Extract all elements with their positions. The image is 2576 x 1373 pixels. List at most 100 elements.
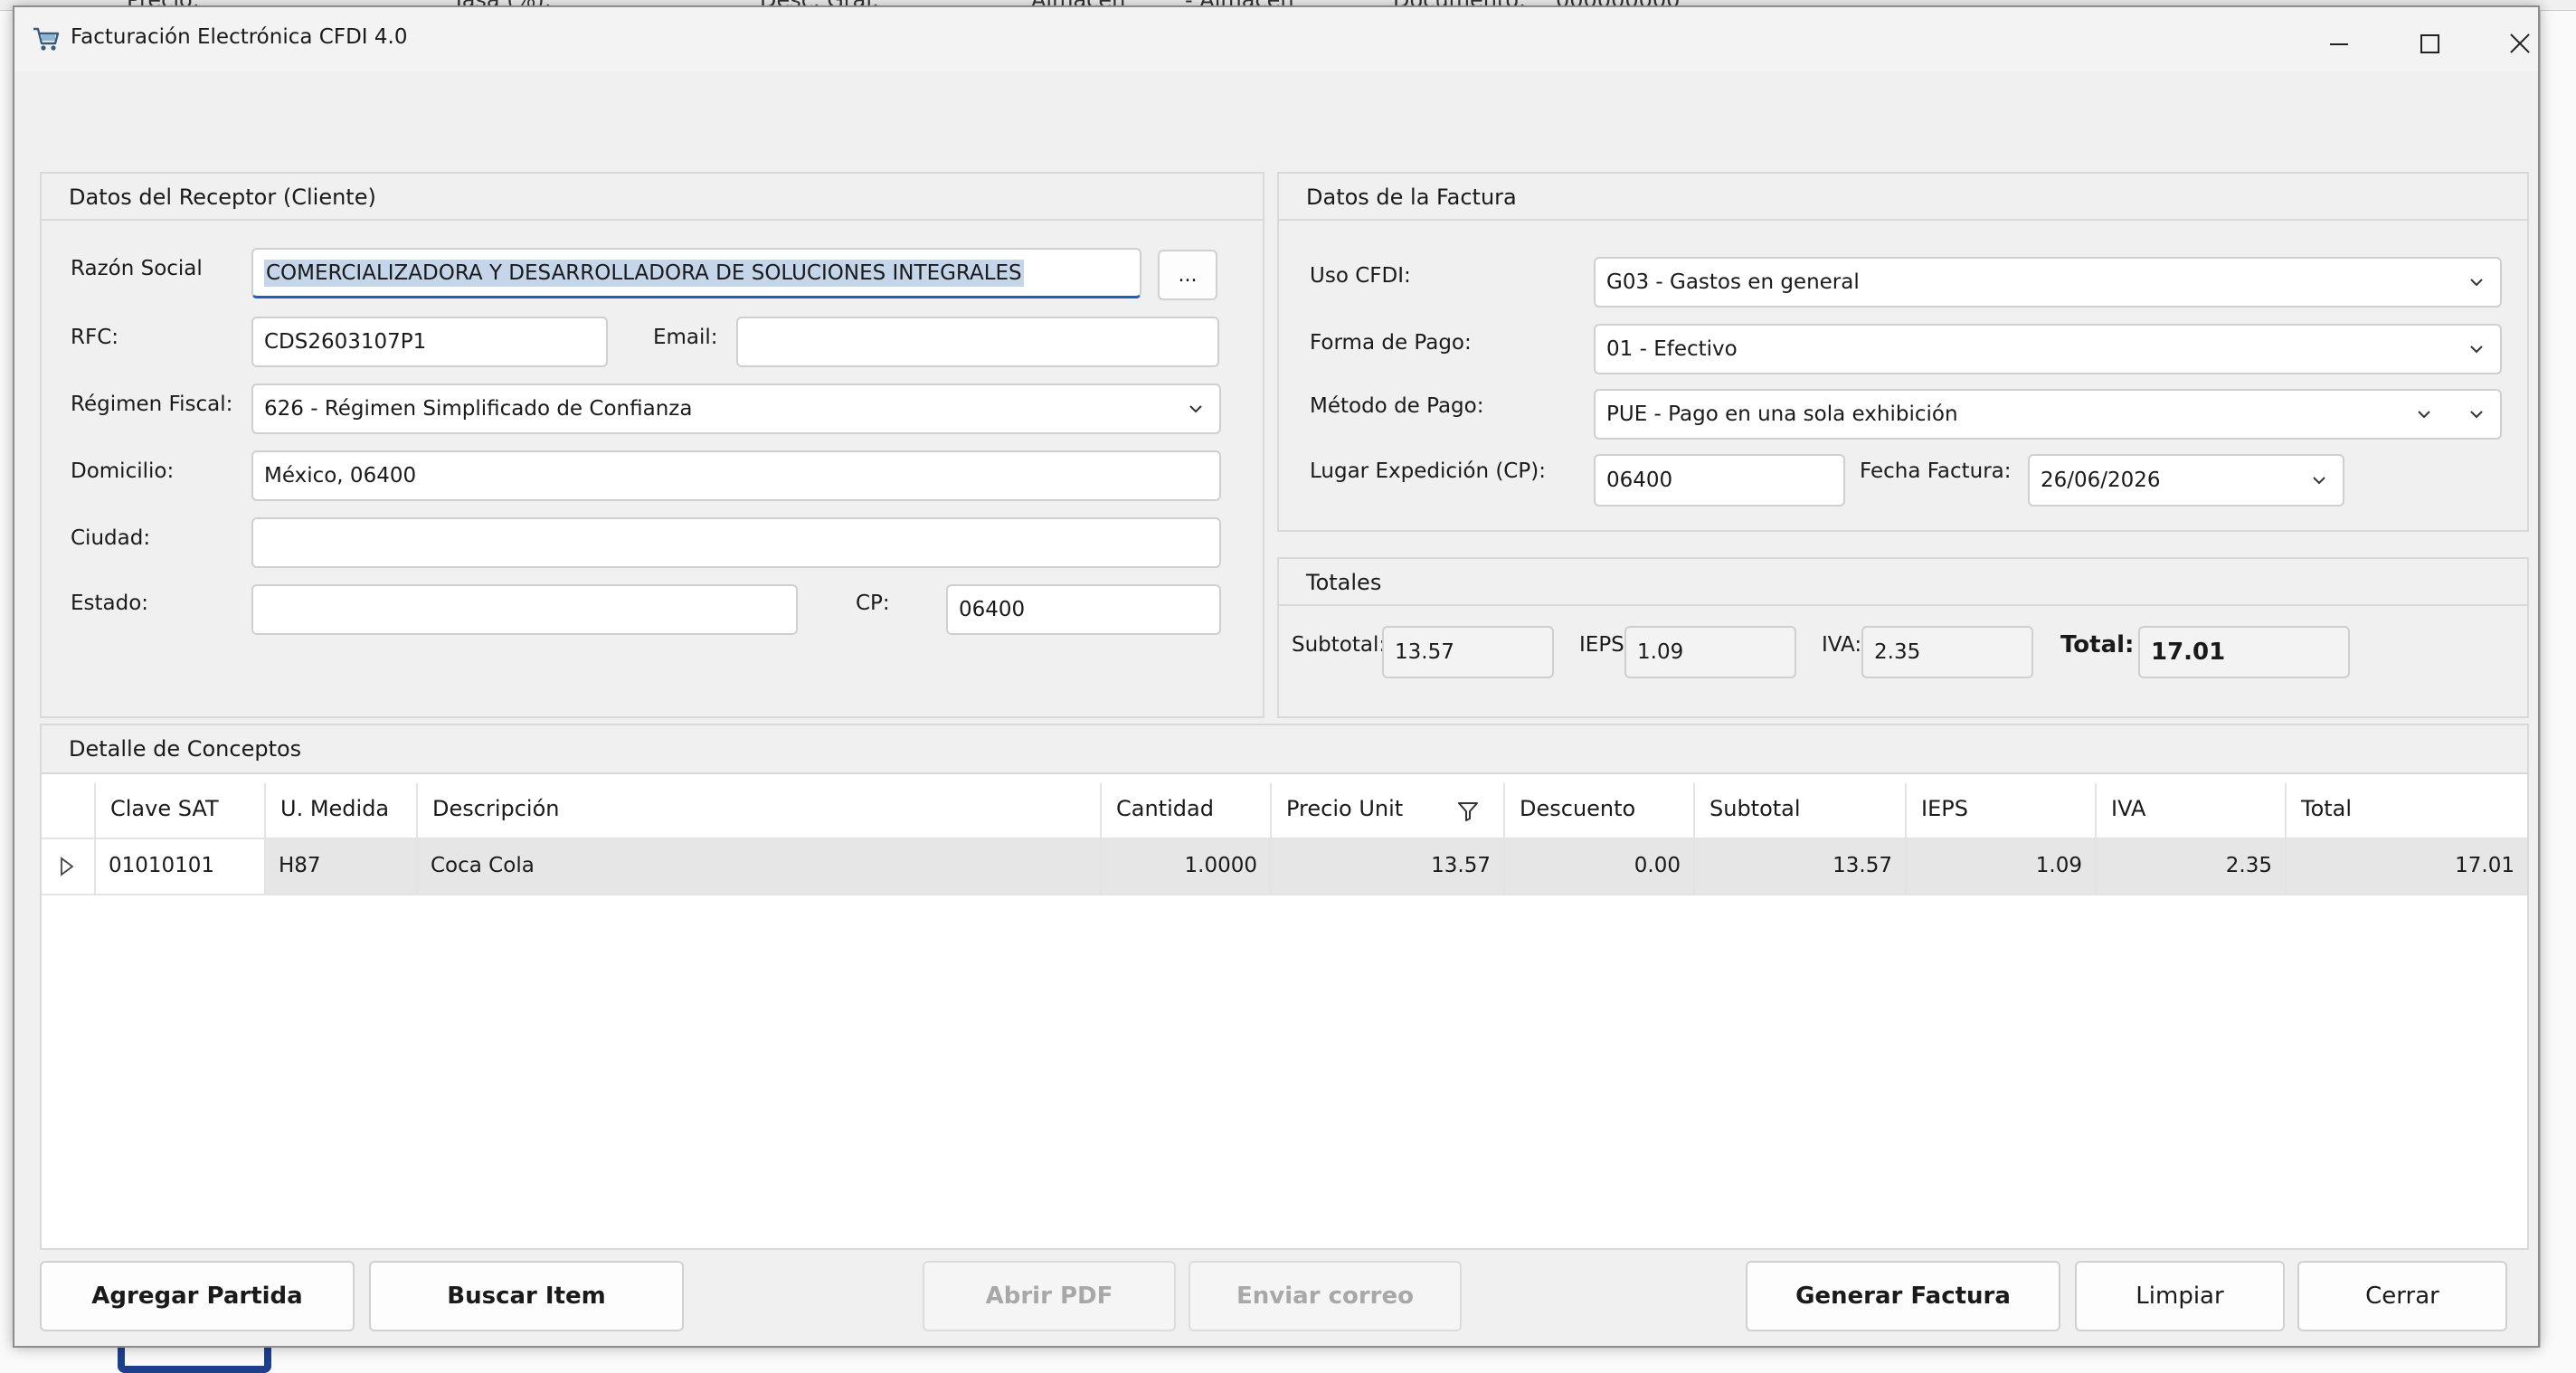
chevron-down-icon	[2306, 468, 2332, 493]
background-right-edge	[2540, 11, 2576, 1373]
fecha-factura-label: Fecha Factura:	[1860, 459, 2012, 483]
lugar-expedicion-label: Lugar Expedición (CP):	[1310, 459, 1546, 483]
cp-label: CP:	[856, 592, 890, 615]
column-header-iva[interactable]: IVA	[2097, 783, 2287, 839]
search-client-button[interactable]: ...	[1158, 250, 1217, 300]
cell-subtotal[interactable]: 13.57	[1695, 839, 1907, 894]
metodo-pago-select[interactable]: PUE - Pago en una sola exhibición	[1594, 389, 2502, 440]
factura-group-title: Datos de la Factura	[1306, 185, 1517, 210]
cell-precio-unit[interactable]: 13.57	[1272, 839, 1505, 894]
rfc-input[interactable]: CDS2603107P1	[251, 317, 608, 367]
cerrar-button[interactable]: Cerrar	[2297, 1261, 2507, 1331]
close-icon[interactable]	[2502, 25, 2538, 62]
row-indicator	[42, 839, 96, 894]
totales-group-title: Totales	[1306, 570, 1382, 595]
estado-label: Estado:	[71, 592, 149, 615]
chevron-down-icon	[2464, 336, 2489, 362]
cell-descripcion[interactable]: Coca Cola	[418, 839, 1102, 894]
rfc-label: RFC:	[71, 326, 119, 349]
conceptos-group-header: Detalle de Conceptos	[42, 725, 2527, 774]
maximize-icon[interactable]	[2411, 25, 2448, 62]
iva-label: IVA:	[1822, 633, 1862, 657]
row-header-cell	[42, 783, 96, 839]
totales-group: Totales Subtotal: 13.57 IEPS: 1.09 IVA: …	[1277, 557, 2529, 718]
column-header-clave-sat[interactable]: Clave SAT	[96, 783, 266, 839]
domicilio-label: Domicilio:	[71, 459, 175, 483]
column-header-precio-unit-cell[interactable]: Precio Unit	[1272, 783, 1505, 839]
table-header: Clave SAT U. Medida Descripción Cantidad…	[42, 783, 2527, 839]
row-pointer-icon	[58, 857, 76, 883]
receptor-group-title: Datos del Receptor (Cliente)	[69, 185, 376, 210]
domicilio-input[interactable]: México, 06400	[251, 450, 1221, 501]
regimen-fiscal-label: Régimen Fiscal:	[71, 393, 233, 416]
cell-cantidad[interactable]: 1.0000	[1102, 839, 1272, 894]
lugar-expedicion-input[interactable]: 06400	[1594, 454, 1845, 507]
uso-cfdi-select[interactable]: G03 - Gastos en general	[1594, 257, 2502, 308]
abrir-pdf-button[interactable]: Abrir PDF	[923, 1261, 1176, 1331]
estado-input[interactable]	[251, 584, 798, 635]
forma-pago-value: 01 - Efectivo	[1606, 337, 1738, 361]
column-header-total[interactable]: Total	[2287, 783, 2527, 839]
ieps-value: 1.09	[1637, 640, 1684, 664]
iva-field: 2.35	[1861, 626, 2033, 678]
rfc-value: CDS2603107P1	[264, 330, 427, 354]
metodo-pago-label: Método de Pago:	[1310, 394, 1484, 418]
title-bar: Facturación Electrónica CFDI 4.0	[14, 7, 2538, 71]
cell-iva[interactable]: 2.35	[2097, 839, 2287, 894]
filter-icon[interactable]	[1454, 798, 1482, 825]
window-title: Facturación Electrónica CFDI 4.0	[71, 25, 408, 49]
column-header-descuento[interactable]: Descuento	[1505, 783, 1695, 839]
total-field: 17.01	[2138, 626, 2350, 678]
cell-clave-sat[interactable]: 01010101	[96, 839, 266, 894]
column-header-descripcion[interactable]: Descripción	[418, 783, 1102, 839]
agregar-partida-button[interactable]: Agregar Partida	[40, 1261, 355, 1331]
column-header-ieps[interactable]: IEPS	[1907, 783, 2097, 839]
column-header-precio-unit: Precio Unit	[1286, 796, 1404, 821]
invoice-dialog-window: Facturación Electrónica CFDI 4.0 Datos d…	[13, 5, 2540, 1348]
totales-group-header: Totales	[1279, 559, 2527, 606]
table-row[interactable]: 01010101 H87 Coca Cola 1.0000 13.57 0.00…	[42, 839, 2527, 895]
fecha-factura-picker[interactable]: 26/06/2026	[2028, 454, 2344, 507]
regimen-fiscal-select[interactable]: 626 - Régimen Simplificado de Confianza	[251, 383, 1221, 434]
receptor-group: Datos del Receptor (Cliente) Razón Socia…	[40, 172, 1264, 718]
ciudad-label: Ciudad:	[71, 526, 151, 550]
domicilio-value: México, 06400	[264, 464, 417, 488]
cp-input[interactable]: 06400	[946, 584, 1221, 635]
column-header-u-medida[interactable]: U. Medida	[266, 783, 418, 839]
forma-pago-select[interactable]: 01 - Efectivo	[1594, 324, 2502, 374]
column-header-cantidad[interactable]: Cantidad	[1102, 783, 1272, 839]
razon-social-input[interactable]: COMERCIALIZADORA Y DESARROLLADORA DE SOL…	[251, 248, 1141, 298]
email-label: Email:	[653, 326, 718, 349]
factura-group: Datos de la Factura Uso CFDI: G03 - Gast…	[1277, 172, 2529, 532]
forma-pago-label: Forma de Pago:	[1310, 331, 1472, 355]
ciudad-input[interactable]	[251, 517, 1221, 568]
chevron-down-icon	[1183, 396, 1208, 421]
ieps-label: IEPS:	[1579, 633, 1632, 657]
lugar-expedicion-value: 06400	[1606, 469, 1673, 492]
generar-factura-button[interactable]: Generar Factura	[1746, 1261, 2060, 1331]
total-label: Total:	[2060, 631, 2135, 658]
ieps-field: 1.09	[1624, 626, 1796, 678]
metodo-pago-value: PUE - Pago en una sola exhibición	[1606, 402, 1958, 426]
enviar-correo-button[interactable]: Enviar correo	[1189, 1261, 1462, 1331]
cp-value: 06400	[959, 598, 1026, 621]
buscar-item-button[interactable]: Buscar Item	[369, 1261, 684, 1331]
subtotal-field: 13.57	[1382, 626, 1554, 678]
email-input[interactable]	[736, 317, 1219, 367]
cell-total[interactable]: 17.01	[2287, 839, 2527, 894]
fecha-factura-value: 26/06/2026	[2041, 469, 2161, 492]
column-header-subtotal[interactable]: Subtotal	[1695, 783, 1907, 839]
limpiar-button[interactable]: Limpiar	[2075, 1261, 2285, 1331]
chevron-down-icon	[2464, 270, 2489, 295]
uso-cfdi-label: Uso CFDI:	[1310, 264, 1411, 288]
razon-social-value: COMERCIALIZADORA Y DESARROLLADORA DE SOL…	[264, 259, 1024, 287]
minimize-icon[interactable]	[2321, 25, 2357, 62]
razon-social-label: Razón Social	[71, 257, 203, 280]
cell-ieps[interactable]: 1.09	[1907, 839, 2097, 894]
conceptos-group-title: Detalle de Conceptos	[69, 736, 302, 762]
cell-u-medida[interactable]: H87	[266, 839, 418, 894]
cart-icon	[31, 24, 62, 54]
cell-descuento[interactable]: 0.00	[1505, 839, 1695, 894]
uso-cfdi-value: G03 - Gastos en general	[1606, 270, 1860, 294]
factura-group-header: Datos de la Factura	[1279, 174, 2527, 221]
